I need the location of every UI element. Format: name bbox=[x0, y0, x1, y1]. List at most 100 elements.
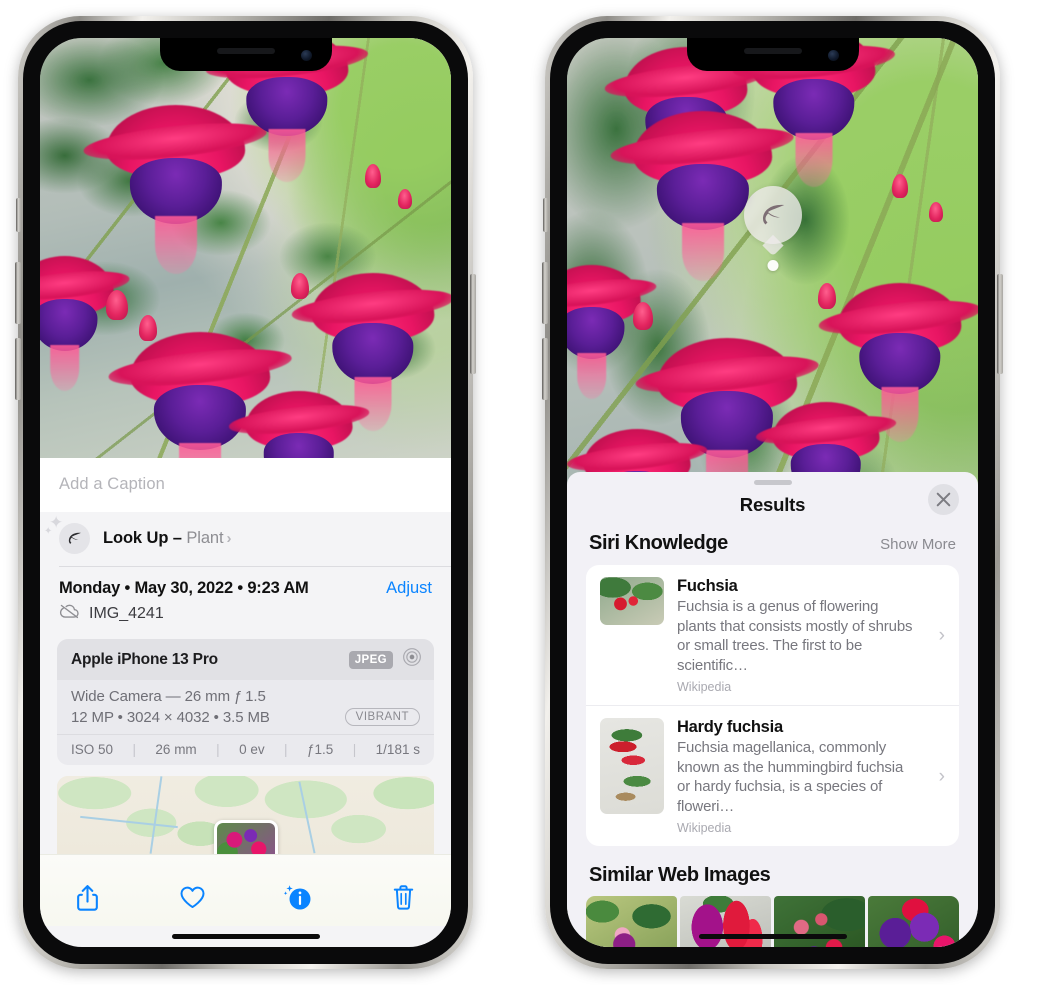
exif-header: Apple iPhone 13 Pro JPEG bbox=[57, 639, 434, 680]
photo-viewer-left[interactable] bbox=[40, 38, 451, 458]
photographic-style-badge: VIBRANT bbox=[344, 708, 420, 726]
siri-knowledge-title: Siri Knowledge bbox=[589, 532, 728, 554]
adjust-button[interactable]: Adjust bbox=[386, 579, 432, 598]
location-map[interactable] bbox=[57, 776, 434, 854]
close-icon[interactable] bbox=[928, 484, 959, 515]
siri-knowledge-header: Siri Knowledge Show More bbox=[567, 532, 978, 565]
home-indicator[interactable] bbox=[698, 934, 847, 939]
results-header: Results bbox=[567, 484, 978, 532]
flower bbox=[567, 265, 641, 400]
flower bbox=[311, 273, 435, 431]
exif-aperture: ƒ1.5 bbox=[307, 742, 334, 757]
knowledge-thumbnail bbox=[600, 577, 664, 625]
exif-card[interactable]: Apple iPhone 13 Pro JPEG Wide Camera — 2… bbox=[57, 639, 434, 765]
exif-body: Wide Camera — 26 mm ƒ 1.5 12 MP • 3024 ×… bbox=[57, 680, 434, 734]
chevron-right-icon: › bbox=[938, 765, 945, 787]
flower-bud bbox=[138, 315, 157, 342]
notch bbox=[686, 38, 859, 71]
knowledge-title: Hardy fuchsia bbox=[677, 718, 783, 736]
earpiece-speaker bbox=[216, 48, 275, 54]
results-sheet: Results Siri Knowledge Show More Fuchsia… bbox=[567, 472, 978, 947]
caption-input[interactable]: Add a Caption bbox=[40, 458, 451, 512]
earpiece-speaker bbox=[743, 48, 802, 54]
look-up-row[interactable]: ✦ ✦ Look Up – Plant › bbox=[40, 512, 451, 566]
look-up-subject: Plant bbox=[186, 529, 224, 547]
power-button[interactable] bbox=[997, 274, 1003, 374]
chevron-right-icon: › bbox=[226, 530, 232, 547]
sparkle-icon: ✦ bbox=[44, 526, 53, 537]
volume-down-button[interactable] bbox=[542, 338, 548, 400]
silent-switch[interactable] bbox=[16, 198, 21, 232]
exif-separator: | bbox=[352, 742, 357, 757]
knowledge-item[interactable]: Hardy fuchsia Fuchsia magellanica, commo… bbox=[586, 705, 959, 846]
exif-focal: 26 mm bbox=[155, 742, 197, 757]
flower-bud bbox=[891, 174, 908, 199]
results-title: Results bbox=[739, 494, 806, 515]
aperture-icon bbox=[402, 647, 422, 672]
photo-info-sheet: Add a Caption ✦ ✦ Look Up – Plant › Mond… bbox=[40, 458, 451, 947]
favorite-button[interactable] bbox=[172, 877, 214, 919]
format-badge: JPEG bbox=[348, 650, 393, 669]
exif-stats: ISO 50 | 26 mm | 0 ev | ƒ1.5 | 1/181 s bbox=[57, 734, 434, 765]
visual-lookup-leaf-badge[interactable] bbox=[743, 186, 802, 244]
photo-date: Monday • May 30, 2022 • 9:23 AM bbox=[59, 579, 309, 597]
photo-toolbar bbox=[40, 854, 451, 926]
look-up-title: Look Up – bbox=[103, 529, 187, 547]
volume-up-button[interactable] bbox=[15, 262, 21, 324]
exif-shutter: 1/181 s bbox=[375, 742, 420, 757]
flower-bud bbox=[290, 273, 309, 300]
knowledge-item[interactable]: Fuchsia Fuchsia is a genus of flowering … bbox=[586, 565, 959, 705]
iphone-right: Results Siri Knowledge Show More Fuchsia… bbox=[542, 16, 1003, 969]
flower-bud bbox=[397, 189, 412, 210]
web-image-thumbnail[interactable] bbox=[868, 896, 959, 947]
map-photo-pin[interactable] bbox=[213, 820, 278, 854]
volume-down-button[interactable] bbox=[15, 338, 21, 400]
knowledge-thumbnail bbox=[600, 718, 664, 814]
flower bbox=[40, 256, 114, 392]
chevron-right-icon: › bbox=[938, 624, 945, 646]
lens-info: Wide Camera — 26 mm ƒ 1.5 bbox=[71, 688, 266, 705]
share-button[interactable] bbox=[66, 877, 108, 919]
flower-bud bbox=[817, 283, 836, 310]
web-image-thumbnail[interactable] bbox=[680, 896, 771, 947]
web-image-thumbnail[interactable] bbox=[774, 896, 865, 947]
web-image-thumbnail[interactable] bbox=[586, 896, 677, 947]
flower-bud bbox=[105, 290, 128, 320]
delete-button[interactable] bbox=[383, 877, 425, 919]
exif-separator: | bbox=[132, 742, 136, 757]
knowledge-source: Wikipedia bbox=[677, 680, 732, 694]
screenshot-stage: Add a Caption ✦ ✦ Look Up – Plant › Mond… bbox=[0, 0, 1055, 985]
camera-device: Apple iPhone 13 Pro bbox=[71, 650, 218, 668]
map-pin-thumbnail bbox=[216, 823, 275, 854]
similar-web-images-row bbox=[567, 896, 978, 947]
image-size-info: 12 MP • 3024 × 4032 • 3.5 MB bbox=[71, 708, 270, 726]
look-up-label: Look Up – Plant › bbox=[103, 529, 231, 548]
knowledge-source: Wikipedia bbox=[677, 821, 732, 835]
exif-separator: | bbox=[284, 742, 288, 757]
silent-switch[interactable] bbox=[543, 198, 548, 232]
volume-up-button[interactable] bbox=[542, 262, 548, 324]
iphone-left: Add a Caption ✦ ✦ Look Up – Plant › Mond… bbox=[15, 16, 476, 969]
exif-separator: | bbox=[216, 742, 220, 757]
knowledge-description: Fuchsia is a genus of flowering plants t… bbox=[677, 598, 913, 674]
front-camera-icon bbox=[827, 50, 839, 61]
icloud-slash-icon bbox=[59, 603, 80, 624]
power-button[interactable] bbox=[470, 274, 476, 374]
flower bbox=[838, 283, 962, 442]
knowledge-description: Fuchsia magellanica, commonly known as t… bbox=[677, 739, 904, 815]
exif-ev: 0 ev bbox=[239, 742, 265, 757]
info-button[interactable] bbox=[277, 877, 319, 919]
similar-web-images-header: Similar Web Images bbox=[567, 846, 978, 896]
flower bbox=[245, 390, 353, 458]
similar-web-images-title: Similar Web Images bbox=[589, 864, 771, 886]
knowledge-title: Fuchsia bbox=[677, 577, 738, 595]
screen-left: Add a Caption ✦ ✦ Look Up – Plant › Mond… bbox=[40, 38, 451, 947]
visual-lookup-anchor-dot bbox=[767, 260, 778, 271]
photo-filename: IMG_4241 bbox=[89, 604, 164, 622]
home-indicator[interactable] bbox=[171, 934, 320, 939]
show-more-button[interactable]: Show More bbox=[880, 536, 956, 553]
flower-bud bbox=[928, 201, 943, 222]
leaf-icon: ✦ ✦ bbox=[44, 514, 90, 554]
flower-bud bbox=[632, 301, 653, 330]
screen-right: Results Siri Knowledge Show More Fuchsia… bbox=[567, 38, 978, 947]
